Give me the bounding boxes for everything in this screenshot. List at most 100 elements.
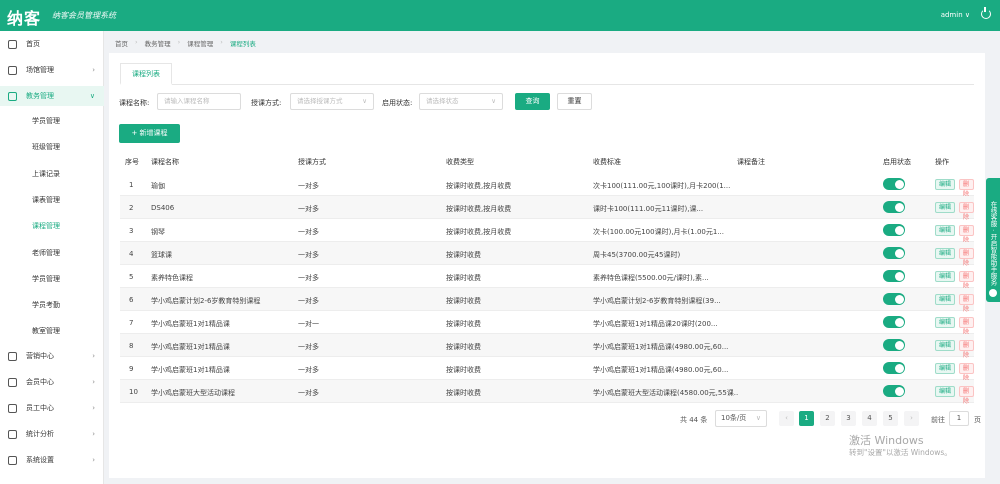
sidebar-item-members[interactable]: 会员中心 › bbox=[0, 372, 104, 392]
chevron-right-icon: › bbox=[92, 456, 95, 464]
delete-button[interactable]: 删除 bbox=[959, 202, 974, 221]
status-toggle[interactable] bbox=[883, 385, 905, 397]
row-name: DS406 bbox=[151, 204, 175, 212]
sidebar-item-academic[interactable]: 教务管理 ∨ bbox=[0, 86, 104, 106]
next-page-button[interactable]: › bbox=[904, 411, 919, 426]
prev-page-button[interactable]: ‹ bbox=[779, 411, 794, 426]
delete-button[interactable]: 删除 bbox=[959, 179, 974, 198]
row-fee-type: 按课时收费 bbox=[446, 366, 481, 374]
edit-button[interactable]: 编辑 bbox=[935, 386, 956, 397]
delete-button[interactable]: 删除 bbox=[959, 386, 974, 405]
breadcrumb-home[interactable]: 首页 bbox=[115, 38, 128, 48]
col-header-method: 授课方式 bbox=[298, 158, 326, 166]
row-index: 2 bbox=[129, 204, 134, 212]
status-toggle[interactable] bbox=[883, 201, 905, 213]
sidebar-subitem-records[interactable]: 上课记录 bbox=[32, 169, 60, 179]
row-name: 学小鸡启蒙班1对1精品课 bbox=[151, 343, 230, 351]
sidebar-subitem-students[interactable]: 学员管理 bbox=[32, 116, 60, 126]
breadcrumb-academic[interactable]: 教务管理 bbox=[145, 38, 171, 48]
page-1-button[interactable]: 1 bbox=[799, 411, 814, 426]
sidebar-item-settings[interactable]: 系统设置 › bbox=[0, 450, 104, 470]
edit-button[interactable]: 编辑 bbox=[935, 179, 956, 190]
delete-button[interactable]: 删除 bbox=[959, 225, 974, 244]
status-toggle[interactable] bbox=[883, 316, 905, 328]
sidebar-subitem-classrooms[interactable]: 教室管理 bbox=[32, 326, 60, 336]
sidebar-subitem-students-2[interactable]: 学员管理 bbox=[32, 274, 60, 284]
status-toggle[interactable] bbox=[883, 362, 905, 374]
activation-watermark-text: 转到"设置"以激活 Windows。 bbox=[849, 448, 952, 457]
edit-button[interactable]: 编辑 bbox=[935, 317, 956, 328]
status-label: 启用状态: bbox=[382, 99, 413, 107]
tab-course-list[interactable]: 课程列表 bbox=[120, 63, 172, 85]
edit-button[interactable]: 编辑 bbox=[935, 248, 956, 259]
page-4-button[interactable]: 4 bbox=[862, 411, 877, 426]
search-button[interactable]: 查询 bbox=[515, 93, 550, 110]
row-method: 一对多 bbox=[298, 228, 319, 236]
add-course-button[interactable]: + 新增课程 bbox=[119, 124, 180, 143]
stats-icon bbox=[8, 429, 17, 439]
customer-service-label: 在线客服 · 开启智能助手服务 bbox=[989, 200, 997, 286]
status-toggle[interactable] bbox=[883, 178, 905, 190]
delete-button[interactable]: 删除 bbox=[959, 340, 974, 359]
sidebar-item-venue[interactable]: 场馆管理 › bbox=[0, 60, 104, 80]
sidebar-item-stats[interactable]: 统计分析 › bbox=[0, 424, 104, 444]
row-fee-type: 按课时收费,按月收费 bbox=[446, 205, 512, 213]
sidebar-item-label: 首页 bbox=[26, 40, 40, 48]
delete-button[interactable]: 删除 bbox=[959, 317, 974, 336]
sidebar-subitem-schedule[interactable]: 课表管理 bbox=[32, 195, 60, 205]
chevron-right-icon: › bbox=[92, 430, 95, 438]
sidebar-item-home[interactable]: 首页 bbox=[0, 34, 104, 54]
sidebar-item-staff[interactable]: 员工中心 › bbox=[0, 398, 104, 418]
row-index: 3 bbox=[129, 227, 134, 235]
user-menu[interactable]: admin ∨ bbox=[941, 11, 970, 19]
edit-button[interactable]: 编辑 bbox=[935, 340, 956, 351]
col-header-fee-standard: 收费标准 bbox=[593, 158, 621, 166]
table-row: 5 素养特色课程 一对多 按课时收费 素养特色课程(5500.00元/课时),素… bbox=[120, 265, 974, 290]
goto-page-input[interactable]: 1 bbox=[949, 411, 969, 426]
edit-button[interactable]: 编辑 bbox=[935, 294, 956, 305]
delete-button[interactable]: 删除 bbox=[959, 271, 974, 290]
status-toggle[interactable] bbox=[883, 270, 905, 282]
status-select[interactable]: 请选择状态 ∨ bbox=[419, 93, 503, 110]
sidebar-item-marketing[interactable]: 营销中心 › bbox=[0, 346, 104, 366]
edit-button[interactable]: 编辑 bbox=[935, 202, 956, 213]
course-name-input[interactable]: 请输入课程名称 bbox=[157, 93, 241, 110]
status-toggle[interactable] bbox=[883, 224, 905, 236]
row-index: 8 bbox=[129, 342, 134, 350]
status-toggle[interactable] bbox=[883, 293, 905, 305]
delete-button[interactable]: 删除 bbox=[959, 363, 974, 382]
power-icon[interactable] bbox=[981, 7, 991, 19]
status-toggle[interactable] bbox=[883, 339, 905, 351]
status-toggle[interactable] bbox=[883, 247, 905, 259]
breadcrumb: 首页 › 教务管理 › 课程管理 › 课程列表 bbox=[115, 38, 256, 48]
edit-button[interactable]: 编辑 bbox=[935, 363, 956, 374]
breadcrumb-courses[interactable]: 课程管理 bbox=[187, 38, 213, 48]
reset-button[interactable]: 重置 bbox=[557, 93, 592, 110]
sidebar-subitem-classes[interactable]: 班级管理 bbox=[32, 142, 60, 152]
delete-button[interactable]: 删除 bbox=[959, 248, 974, 267]
sidebar-subitem-courses[interactable]: 课程管理 bbox=[32, 221, 60, 231]
table-row: 3 钢琴 一对多 按课时收费,按月收费 次卡(100.00元100课时),月卡(… bbox=[120, 219, 974, 244]
sidebar-subitem-attendance[interactable]: 学员考勤 bbox=[32, 300, 60, 310]
page-3-button[interactable]: 3 bbox=[841, 411, 856, 426]
row-fee-standard: 学小鸡启蒙计划2-6岁教育特别课程(39... bbox=[593, 297, 721, 305]
delete-button[interactable]: 删除 bbox=[959, 294, 974, 313]
page-5-button[interactable]: 5 bbox=[883, 411, 898, 426]
page-size-select[interactable]: 10条/页 ∨ bbox=[715, 410, 767, 427]
page-2-button[interactable]: 2 bbox=[820, 411, 835, 426]
row-method: 一对多 bbox=[298, 297, 319, 305]
sidebar-subitem-teachers[interactable]: 老师管理 bbox=[32, 248, 60, 258]
row-fee-type: 按课时收费 bbox=[446, 251, 481, 259]
row-name: 素养特色课程 bbox=[151, 274, 193, 282]
home-icon bbox=[8, 39, 17, 49]
row-fee-standard: 周卡45(3700.00元45课时) bbox=[593, 251, 681, 259]
customer-service-tab[interactable]: 在线客服 · 开启智能助手服务 bbox=[986, 178, 1000, 302]
row-index: 4 bbox=[129, 250, 134, 258]
teaching-method-select[interactable]: 请选择授课方式 ∨ bbox=[290, 93, 374, 110]
edit-button[interactable]: 编辑 bbox=[935, 225, 956, 236]
table-row: 4 篮球课 一对多 按课时收费 周卡45(3700.00元45课时) 编辑 删除 bbox=[120, 242, 974, 267]
edit-button[interactable]: 编辑 bbox=[935, 271, 956, 282]
table-row: 8 学小鸡启蒙班1对1精品课 一对多 按课时收费 学小鸡启蒙班1对1精品课(49… bbox=[120, 334, 974, 359]
app-slogan: 纳客会员管理系统 bbox=[52, 11, 116, 20]
row-fee-standard: 学小鸡启蒙班大型活动课程(4580.00元,55课... bbox=[593, 389, 738, 397]
